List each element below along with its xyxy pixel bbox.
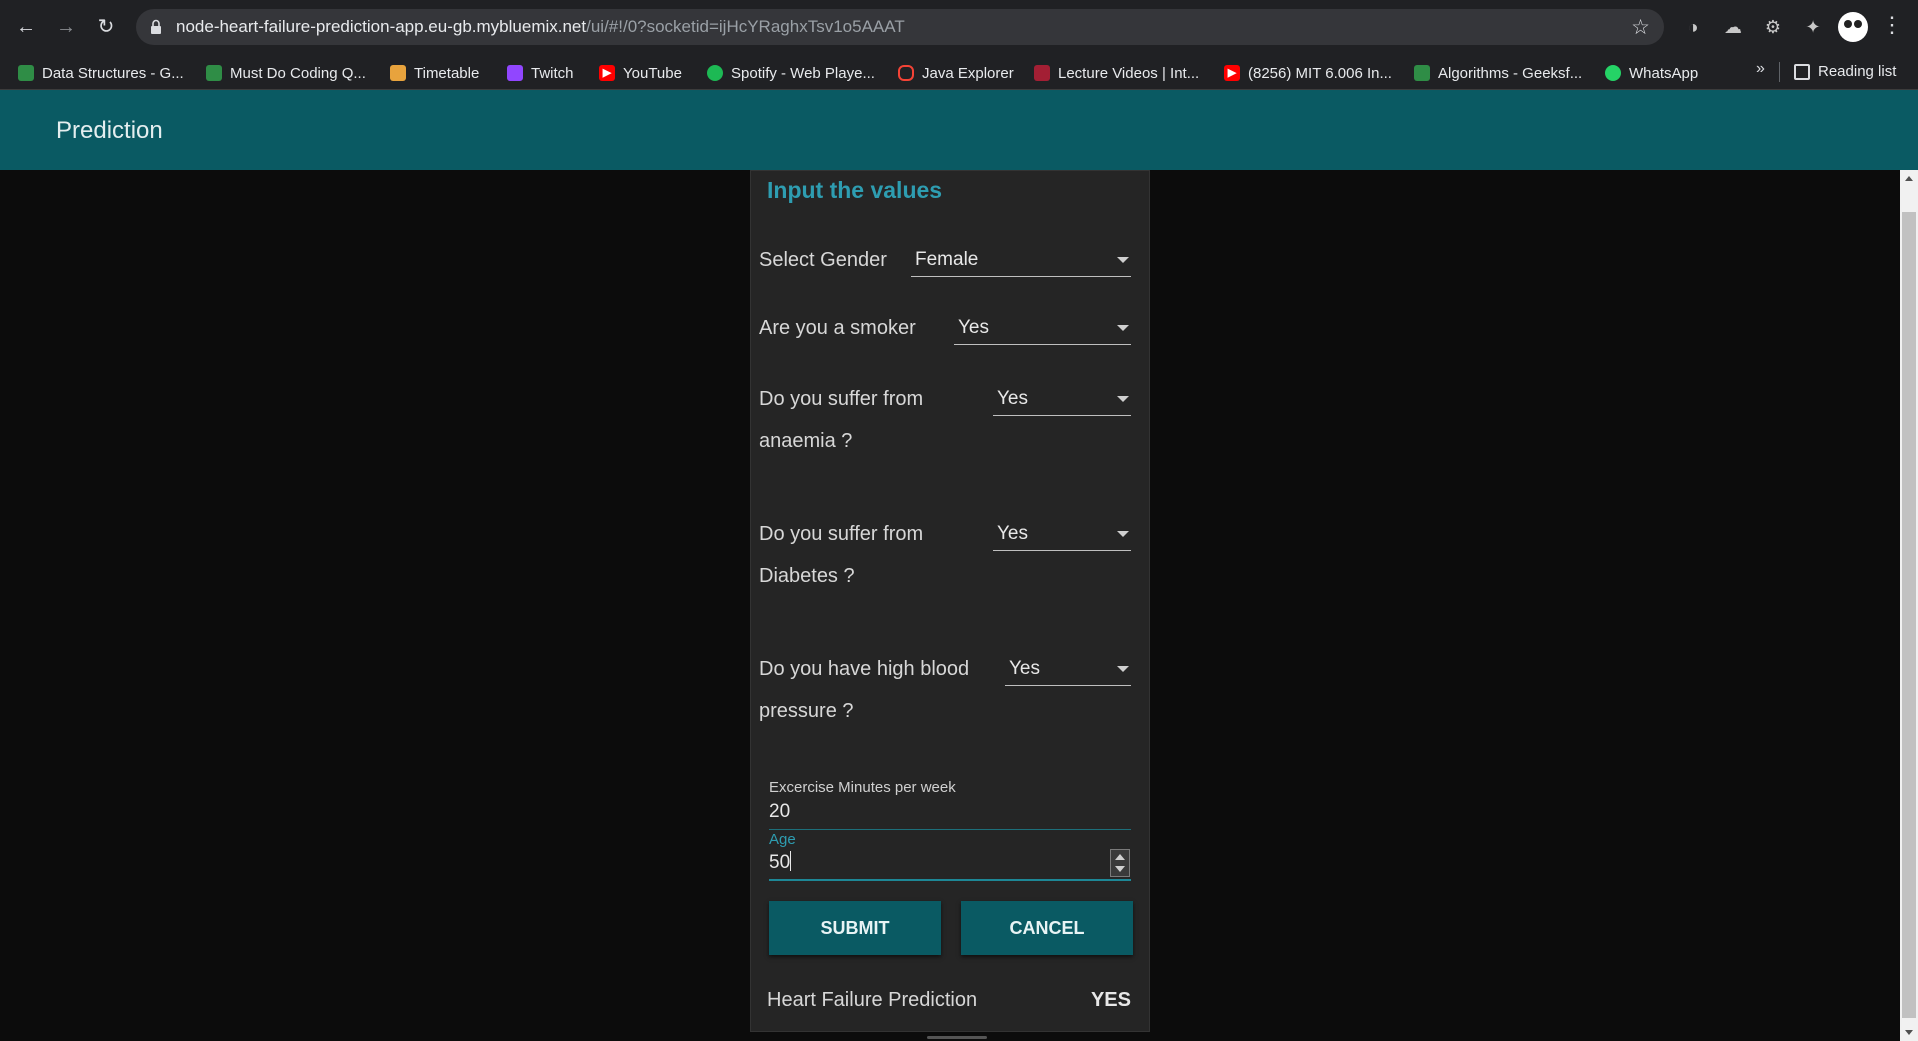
extension-moon-icon[interactable]: ◑ <box>1678 12 1708 42</box>
smoker-value: Yes <box>958 317 989 338</box>
java-explorer-icon <box>898 65 914 81</box>
chevron-down-icon <box>1117 531 1129 537</box>
forward-arrow-icon[interactable]: → <box>50 11 82 43</box>
exercise-input[interactable]: 20 <box>769 801 790 823</box>
chevron-down-icon <box>1117 396 1129 402</box>
diabetes-value: Yes <box>997 523 1028 544</box>
youtube-icon: ▶ <box>1224 65 1240 81</box>
diabetes-label-line2: Diabetes ? <box>759 565 855 587</box>
chevron-down-icon <box>1117 257 1129 263</box>
lock-icon <box>151 19 161 34</box>
bp-label-line2: pressure ? <box>759 700 854 722</box>
diabetes-select[interactable]: Yes <box>993 519 1131 551</box>
bookmark-item[interactable]: Twitch <box>507 63 574 83</box>
mit-ocw-icon <box>1034 65 1050 81</box>
scroll-up-arrow-icon[interactable] <box>1905 176 1913 181</box>
bookmark-item[interactable]: ▶ YouTube <box>599 63 682 83</box>
diabetes-label-line1: Do you suffer from <box>759 523 924 545</box>
scroll-down-arrow-icon[interactable] <box>1905 1030 1913 1035</box>
smoker-select[interactable]: Yes <box>954 313 1131 345</box>
gender-label: Select Gender <box>759 249 887 271</box>
app-header: Prediction <box>0 90 1918 170</box>
timetable-icon <box>390 65 406 81</box>
gender-select[interactable]: Female <box>911 245 1131 277</box>
age-underline <box>769 879 1131 881</box>
age-stepper[interactable] <box>1110 849 1130 877</box>
submit-button[interactable]: SUBMIT <box>769 901 941 955</box>
extensions-puzzle-icon[interactable]: ✦ <box>1798 12 1828 42</box>
anaemia-value: Yes <box>997 388 1028 409</box>
age-input[interactable]: 50 <box>769 851 792 874</box>
address-bar[interactable]: node-heart-failure-prediction-app.eu-gb.… <box>136 9 1664 45</box>
browser-menu-icon[interactable]: ⋮ <box>1880 12 1904 38</box>
bookmark-item[interactable]: Spotify - Web Playe... <box>707 63 875 83</box>
bookmarks-overflow-chevron[interactable]: » <box>1756 60 1765 78</box>
age-value: 50 <box>769 852 791 873</box>
reading-list-icon <box>1794 63 1810 80</box>
extension-gear-icon[interactable]: ⚙ <box>1758 12 1788 42</box>
chevron-down-icon <box>1117 325 1129 331</box>
prediction-value: YES <box>1090 989 1131 1011</box>
bookmarks-bar: Data Structures - G... Must Do Coding Q.… <box>0 54 1918 90</box>
bookmark-item[interactable]: Lecture Videos | Int... <box>1034 63 1199 83</box>
url-text: node-heart-failure-prediction-app.eu-gb.… <box>176 17 905 36</box>
bookmark-item[interactable]: Timetable <box>390 63 479 83</box>
anaemia-label-line1: Do you suffer from <box>759 388 924 410</box>
bp-value: Yes <box>1009 658 1040 679</box>
exercise-label: Excercise Minutes per week <box>769 779 956 796</box>
profile-avatar[interactable] <box>1838 12 1868 42</box>
geeksforgeeks-icon <box>1414 65 1430 81</box>
bookmark-item[interactable]: Algorithms - Geeksf... <box>1414 63 1582 83</box>
bp-select[interactable]: Yes <box>1005 654 1131 686</box>
bookmark-item[interactable]: ▶ (8256) MIT 6.006 In... <box>1224 63 1392 83</box>
scroll-hint <box>927 1036 987 1039</box>
form-title: Input the values <box>767 177 943 203</box>
extension-cloud-icon[interactable]: ☁ <box>1718 12 1748 42</box>
reload-icon[interactable]: ↻ <box>90 11 122 43</box>
prediction-label: Heart Failure Prediction <box>767 989 978 1011</box>
bookmark-item[interactable]: WhatsApp <box>1605 63 1698 83</box>
youtube-icon: ▶ <box>599 65 615 81</box>
text-cursor <box>790 851 792 871</box>
geeksforgeeks-icon <box>18 65 34 81</box>
geeksforgeeks-icon <box>206 65 222 81</box>
cancel-button[interactable]: CANCEL <box>961 901 1133 955</box>
age-label: Age <box>769 831 796 848</box>
whatsapp-icon <box>1605 65 1621 81</box>
exercise-underline <box>769 829 1131 830</box>
input-form-card: Input the values Select Gender Female Ar… <box>750 170 1150 1032</box>
bookmarks-divider <box>1779 62 1780 82</box>
smoker-label: Are you a smoker <box>759 317 916 339</box>
reading-list-button[interactable]: Reading list <box>1794 63 1896 80</box>
bookmark-item[interactable]: Java Explorer <box>898 63 1014 83</box>
twitch-icon <box>507 65 523 81</box>
anaemia-label-line2: anaemia ? <box>759 430 853 452</box>
chevron-down-icon <box>1117 666 1129 672</box>
gender-value: Female <box>915 249 979 270</box>
back-arrow-icon[interactable]: ← <box>10 11 42 43</box>
dashboard-content: Input the values Select Gender Female Ar… <box>0 170 1900 1041</box>
bookmark-star-icon[interactable]: ☆ <box>1631 15 1650 40</box>
page-title: Prediction <box>56 117 163 144</box>
bookmark-item[interactable]: Data Structures - G... <box>18 63 184 83</box>
scroll-thumb[interactable] <box>1902 212 1916 1018</box>
anaemia-select[interactable]: Yes <box>993 384 1131 416</box>
spotify-icon <box>707 65 723 81</box>
browser-toolbar: ← → ↻ node-heart-failure-prediction-app.… <box>0 0 1918 54</box>
bookmark-item[interactable]: Must Do Coding Q... <box>206 63 366 83</box>
vertical-scrollbar[interactable] <box>1900 170 1918 1041</box>
bp-label-line1: Do you have high blood <box>759 658 970 680</box>
